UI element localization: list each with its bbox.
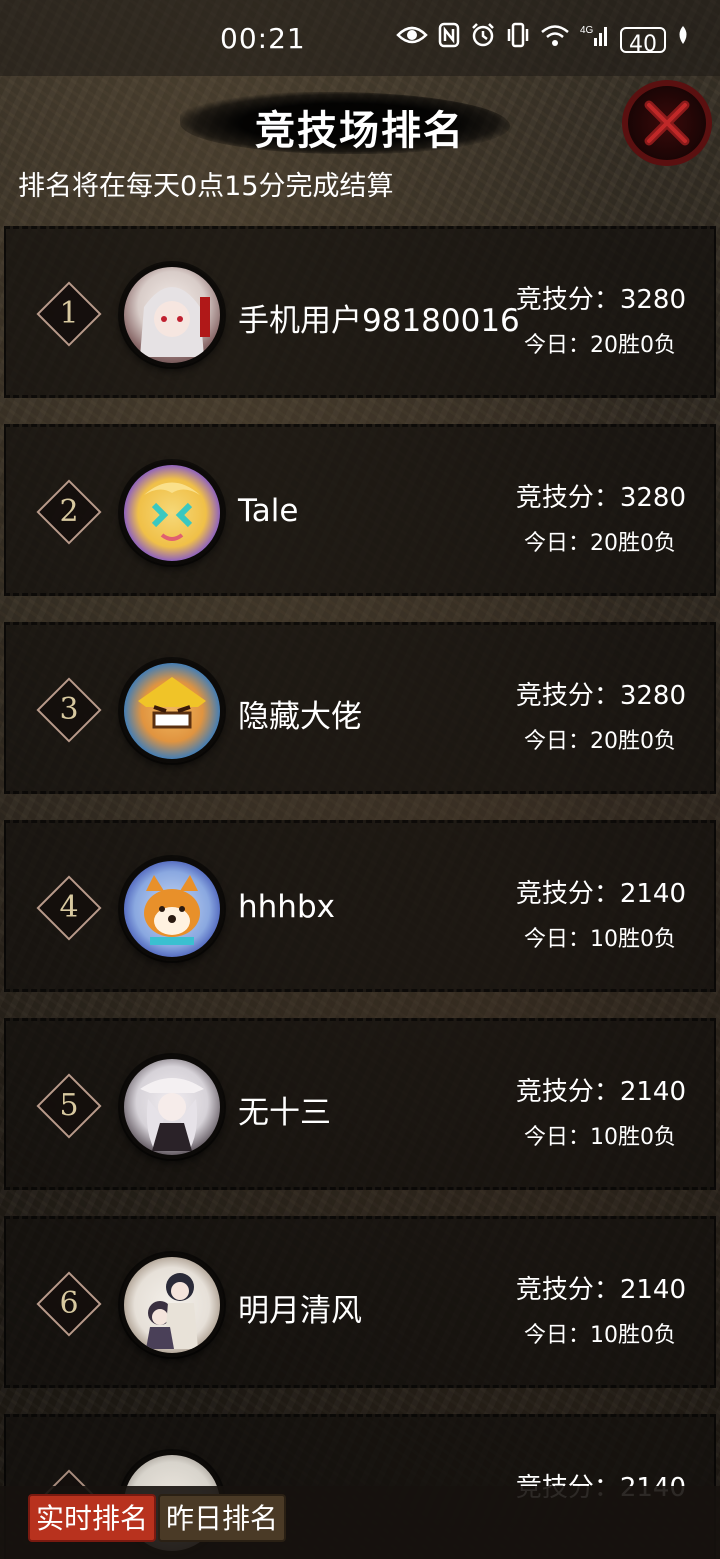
player-name: 隐藏大佬 xyxy=(238,699,362,735)
tab-yesterday-ranking[interactable]: 昨日排名 xyxy=(158,1494,287,1542)
rank-number: 2 xyxy=(59,494,79,529)
status-time: 00:21 xyxy=(220,22,306,55)
today-record: 今日：20胜0负 xyxy=(524,531,676,556)
avatar[interactable] xyxy=(120,1055,224,1159)
arena-score: 竞技分：2140 xyxy=(515,1275,686,1305)
alarm-icon xyxy=(470,22,496,58)
today-record: 今日：10胜0负 xyxy=(524,927,676,952)
today-record: 今日：20胜0负 xyxy=(524,729,676,754)
rank-number: 4 xyxy=(59,890,79,925)
ranking-row[interactable]: 6 明月清风 竞技分：2140 今日：10胜0负 xyxy=(4,1216,716,1388)
arena-score: 竞技分：2140 xyxy=(515,879,686,909)
wifi-icon xyxy=(540,23,570,57)
settlement-notice: 排名将在每天0点15分完成结算 xyxy=(18,171,394,202)
avatar[interactable] xyxy=(120,857,224,961)
player-name: 明月清风 xyxy=(238,1293,362,1329)
avatar[interactable] xyxy=(120,1253,224,1357)
rank-number: 3 xyxy=(59,692,79,727)
player-name: Tale xyxy=(238,493,299,529)
rank-number: 5 xyxy=(59,1088,79,1123)
avatar[interactable] xyxy=(120,263,224,367)
ranking-row[interactable]: 2 Tale 竞技分：3280 今日：20胜0负 xyxy=(4,424,716,596)
signal-4g-icon: 4G xyxy=(580,22,610,58)
today-record: 今日：20胜0负 xyxy=(524,333,676,358)
arena-score: 竞技分：3280 xyxy=(515,483,686,513)
battery-icon: 40 xyxy=(620,27,666,57)
tab-realtime-ranking[interactable]: 实时排名 xyxy=(28,1494,157,1542)
arena-score: 竞技分：3280 xyxy=(515,285,686,315)
today-record: 今日：10胜0负 xyxy=(524,1125,676,1150)
nfc-icon xyxy=(438,22,460,58)
ranking-row[interactable]: 1 手机用户98180016 竞技分：3280 今日：20胜0负 xyxy=(4,226,716,398)
status-bar: 00:21 4G 40 xyxy=(0,0,720,76)
eye-icon xyxy=(396,24,428,56)
leaf-icon xyxy=(676,24,690,56)
player-name: 手机用户98180016 xyxy=(238,303,520,339)
rank-number: 1 xyxy=(59,296,79,331)
arena-score: 竞技分：3280 xyxy=(515,681,686,711)
close-icon xyxy=(644,100,690,146)
player-name: 无十三 xyxy=(238,1095,331,1131)
avatar[interactable] xyxy=(120,461,224,565)
close-button[interactable] xyxy=(622,80,712,166)
ranking-row[interactable]: 5 无十三 竞技分：2140 今日：10胜0负 xyxy=(4,1018,716,1190)
arena-score: 竞技分：2140 xyxy=(515,1077,686,1107)
player-name: hhhbx xyxy=(238,889,335,925)
today-record: 今日：10胜0负 xyxy=(524,1323,676,1348)
ranking-row[interactable]: 4 hhhbx 竞技分：2140 今日：10胜0负 xyxy=(4,820,716,992)
status-icons: 4G 40 xyxy=(396,22,690,58)
svg-text:4G: 4G xyxy=(580,25,594,36)
avatar[interactable] xyxy=(120,659,224,763)
tab-bar: 实时排名 昨日排名 xyxy=(0,1486,720,1559)
rank-number: 6 xyxy=(59,1286,79,1321)
vibrate-icon xyxy=(506,22,530,58)
page-title: 竞技场排名 xyxy=(255,108,465,154)
ranking-row[interactable]: 3 隐藏大佬 竞技分：3280 今日：20胜0负 xyxy=(4,622,716,794)
